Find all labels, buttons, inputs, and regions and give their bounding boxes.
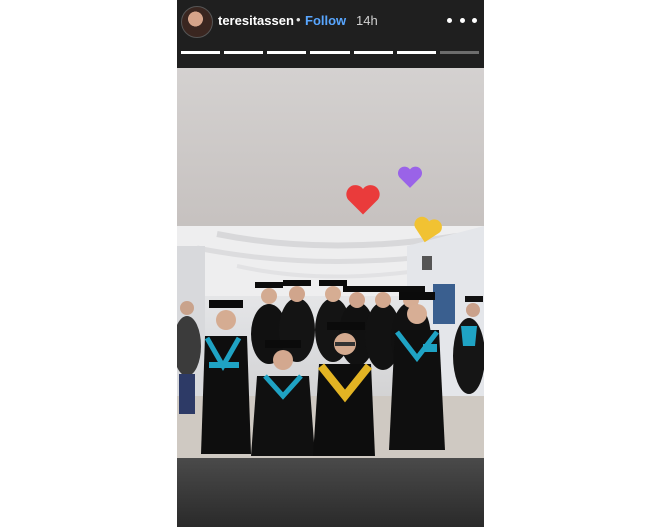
- story-footer: [177, 458, 484, 527]
- progress-segment: [396, 51, 436, 54]
- graduation-photo-illustration: [177, 226, 484, 458]
- progress-segment: [439, 51, 479, 54]
- heart-purple-icon: [397, 166, 423, 188]
- follow-button[interactable]: Follow: [305, 13, 346, 28]
- story-header: teresitassen • Follow 14h: [177, 0, 484, 68]
- profile-avatar[interactable]: [181, 6, 213, 38]
- separator-dot: •: [296, 12, 301, 27]
- story-progress-bar: [181, 51, 479, 54]
- post-time: 14h: [356, 13, 378, 28]
- heart-red-icon: [346, 185, 380, 215]
- progress-segment: [310, 51, 350, 54]
- progress-segment: [267, 51, 307, 54]
- progress-segment: [181, 51, 221, 54]
- story-viewer[interactable]: teresitassen • Follow 14h: [177, 0, 484, 527]
- progress-segment: [224, 51, 264, 54]
- username[interactable]: teresitassen: [218, 13, 294, 28]
- progress-segment: [353, 51, 393, 54]
- graduation-photo: [177, 226, 484, 458]
- more-dots-icon[interactable]: [447, 8, 477, 32]
- heart-yellow-icon: [414, 216, 442, 243]
- story-canvas: [177, 68, 484, 527]
